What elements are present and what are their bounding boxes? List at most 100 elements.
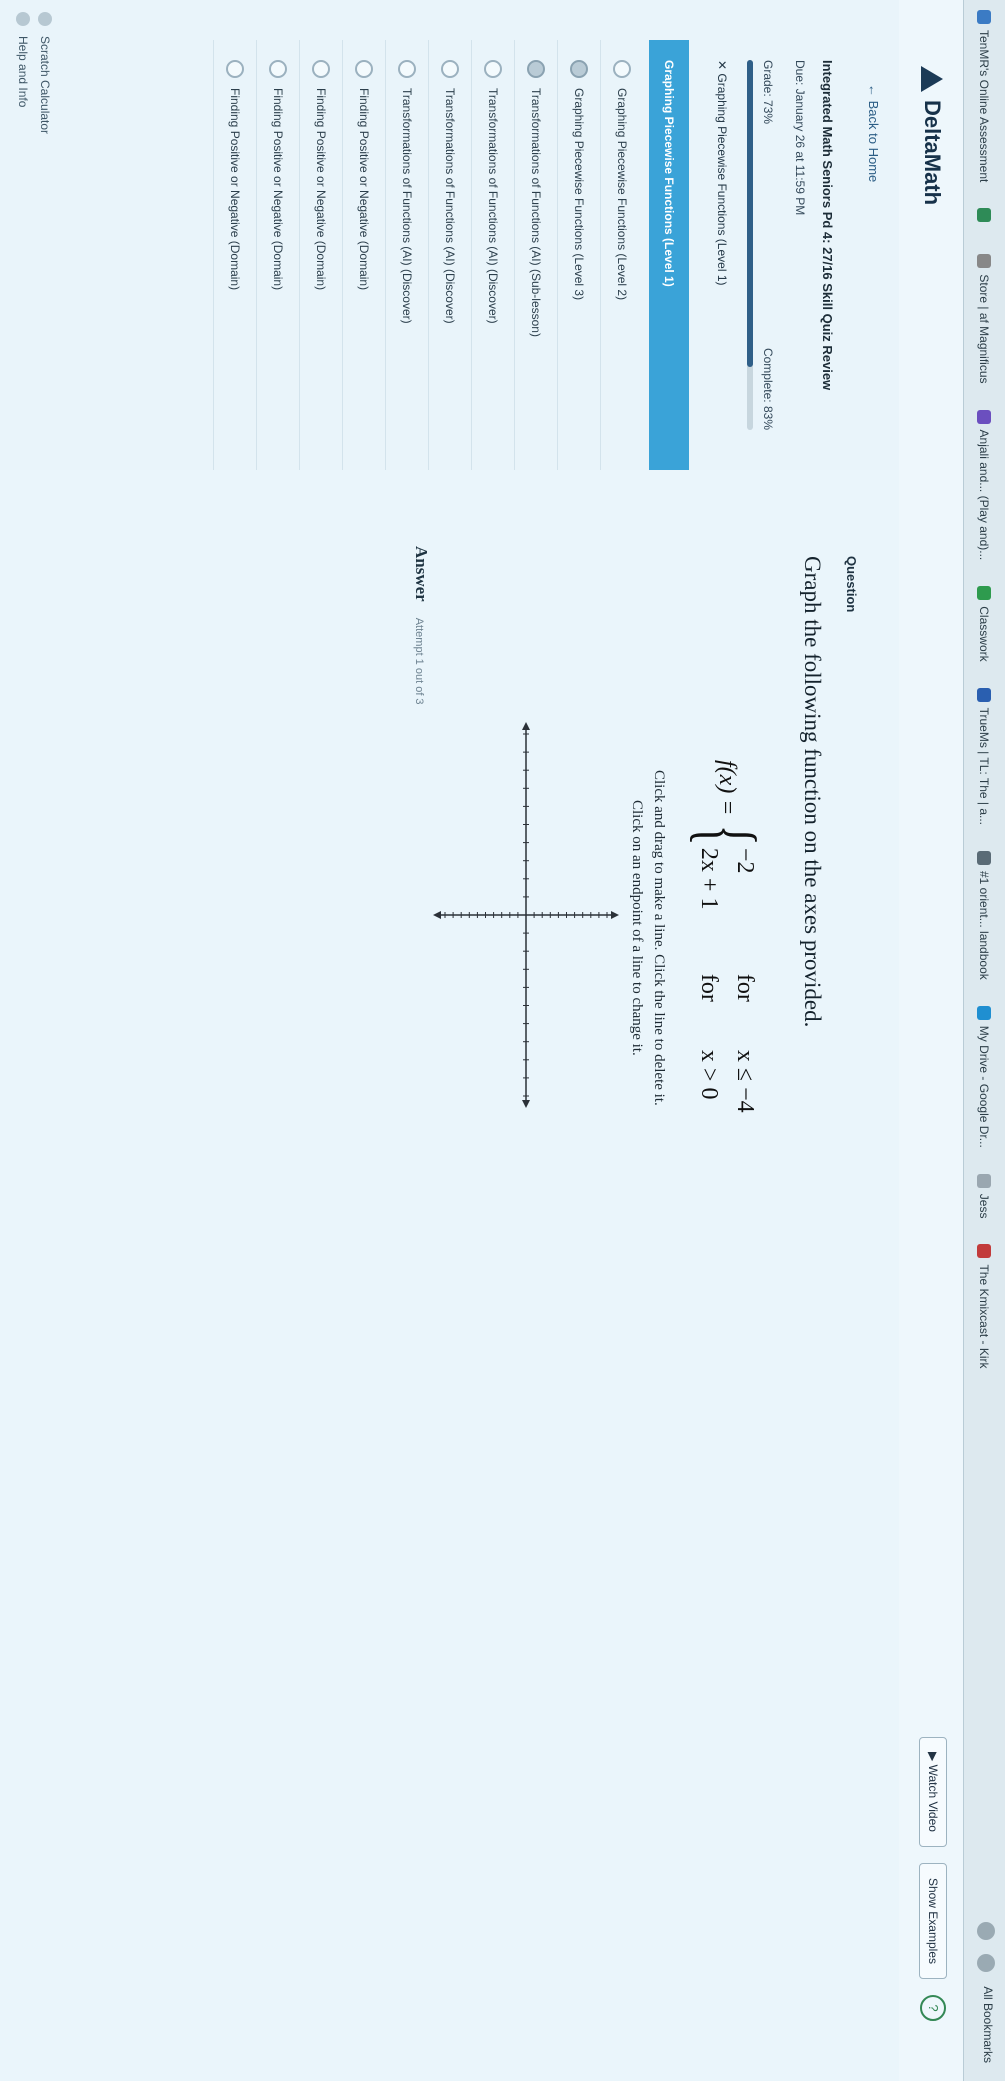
sidebar: ← Back to Home Integrated Math Seniors P… [0, 0, 899, 471]
bookmark-favicon-icon [977, 254, 992, 269]
bookmark-item[interactable]: The Kmixcast - Kirk [977, 1244, 992, 1369]
profile-icon[interactable] [977, 1954, 995, 1973]
empty-circle-icon [441, 60, 459, 78]
skill-label: Finding Positive or Negative (Domain) [271, 88, 285, 291]
bookmark-favicon-icon [977, 1244, 992, 1259]
empty-circle-icon [398, 60, 416, 78]
left-brace: { [683, 824, 771, 846]
sidebar-footer: Scratch Calculator Help and Info [12, 12, 56, 134]
skill-label: Finding Positive or Negative (Domain) [314, 88, 328, 291]
help-icon[interactable]: ? [920, 1995, 946, 2021]
info-icon [16, 12, 30, 26]
all-bookmarks-label[interactable]: All Bookmarks [977, 1986, 995, 2063]
cases: −2 for x ≤ −4 2x + 1 for x > 0 [691, 848, 763, 1113]
bookmark-favicon-icon [977, 10, 992, 24]
x-axis-arrow-right [522, 1100, 530, 1108]
case-for: for [696, 973, 723, 1002]
skill-item[interactable]: Finding Positive or Negative (Domain) [213, 40, 256, 470]
skill-label: Graphing Piecewise Functions (Level 3) [572, 88, 586, 301]
empty-circle-icon [355, 60, 373, 78]
main-panel: Question Graph the following function on… [0, 470, 899, 2081]
case-for: for [732, 973, 759, 1002]
bookmark-favicon-icon [977, 687, 992, 702]
bookmark-label: #1 orient... landbook [977, 871, 992, 980]
delta-logo-icon [921, 66, 943, 92]
logo-text: DeltaMath [920, 100, 945, 206]
scratch-calculator-link[interactable]: Scratch Calculator [34, 12, 56, 134]
skill-item[interactable]: Graphing Piecewise Functions (Level 3) [557, 40, 600, 470]
bookmark-favicon-icon [977, 409, 992, 424]
instruction-drag: Click and drag to make a line. Click the… [651, 770, 667, 1106]
bookmark-favicon-icon [977, 208, 992, 223]
bookmark-label: TrueMs | TL: The | a... [977, 707, 992, 825]
play-icon: ▶ [926, 1752, 940, 1765]
help-info-label: Help and Info [16, 36, 30, 108]
rotated-screen: TenMR's Online Assessment Store | af Magn… [0, 0, 1005, 2081]
completion-text: Complete: 83% [761, 347, 775, 430]
current-topic[interactable]: ✕ Graphing Piecewise Functions (Level 1) [715, 60, 729, 286]
skill-label: Finding Positive or Negative (Domain) [357, 88, 371, 291]
bookmark-item[interactable]: #1 orient... landbook [977, 851, 992, 980]
calculator-icon [38, 12, 52, 26]
deltamath-logo[interactable]: DeltaMath [919, 66, 945, 205]
bookmark-item[interactable]: Anjali and... (Play and)... [977, 409, 992, 561]
completed-circle-icon [570, 60, 588, 78]
skill-item[interactable]: Transformations of Functions (AI) (Disco… [471, 40, 514, 470]
bookmark-item[interactable]: TrueMs | TL: The | a... [977, 687, 992, 825]
function-name: f(x) = [714, 760, 741, 816]
skill-item[interactable]: Finding Positive or Negative (Domain) [256, 40, 299, 470]
question-label: Question [844, 556, 859, 613]
extension-icon[interactable] [977, 1922, 995, 1941]
skill-item[interactable]: Graphing Piecewise Functions (Level 2) [600, 40, 643, 470]
case-expression: 2x + 1 [696, 847, 723, 910]
bookmark-item[interactable]: TenMR's Online Assessment [977, 10, 992, 183]
grade-text: Grade: 73% [761, 60, 775, 125]
completed-circle-icon [527, 60, 545, 78]
close-icon: ✕ [715, 60, 729, 74]
case-row: 2x + 1 for x > 0 [691, 848, 727, 1113]
bookmark-item[interactable]: Jess [977, 1173, 992, 1219]
current-topic-label: Graphing Piecewise Functions (Level 1) [715, 73, 729, 286]
skill-item[interactable]: Transformations of Functions (AI) (Sub-l… [514, 40, 557, 470]
bookmark-label: Jess [977, 1193, 992, 1219]
watch-video-button[interactable]: ▶ Watch Video [919, 1737, 947, 1847]
skill-label: Transformations of Functions (AI) (Disco… [443, 88, 457, 324]
due-date: Due: January 26 at 11:59 PM [793, 60, 807, 216]
piecewise-function: f(x) = { −2 for x ≤ −4 2x + 1 for x > 0 [683, 760, 771, 1113]
completion-progress-bar [747, 60, 753, 430]
skill-item[interactable]: Finding Positive or Negative (Domain) [342, 40, 385, 470]
case-condition: x > 0 [696, 1049, 723, 1100]
app-header: DeltaMath ▶ Watch Video Show Examples ? [898, 0, 963, 2081]
skill-label: Graphing Piecewise Functions (Level 2) [615, 88, 629, 301]
x-axis-arrow-left [522, 722, 530, 730]
skill-label: Transformations of Functions (AI) (Sub-l… [529, 88, 543, 337]
bookmark-item[interactable]: My Drive - Google Dr... [977, 1005, 992, 1148]
back-to-home-link[interactable]: ← Back to Home [866, 84, 881, 182]
skill-label: Finding Positive or Negative (Domain) [228, 88, 242, 291]
skill-item[interactable]: Transformations of Functions (AI) (Disco… [385, 40, 428, 470]
bookmark-item[interactable] [977, 208, 992, 228]
help-info-link[interactable]: Help and Info [12, 12, 34, 134]
answer-label: Answer [412, 546, 431, 602]
bookmark-favicon-icon [977, 1005, 992, 1020]
progress-fill [747, 60, 753, 368]
bookmark-label: The Kmixcast - Kirk [977, 1264, 992, 1369]
assignment-title: Integrated Math Seniors Pd 4: 27/16 Skil… [820, 60, 835, 391]
case-expression: −2 [732, 847, 759, 874]
bookmark-label: TenMR's Online Assessment [977, 30, 992, 183]
answer-row: Answer Attempt 1 out of 3 [411, 546, 431, 705]
instruction-endpoint: Click on an endpoint of a line to change… [629, 800, 645, 1056]
graph-canvas[interactable] [431, 720, 621, 1110]
browser-right-controls: All Bookmarks [977, 1922, 995, 2063]
skill-item[interactable]: Finding Positive or Negative (Domain) [299, 40, 342, 470]
attempt-counter: Attempt 1 out of 3 [413, 617, 425, 705]
bookmark-item[interactable]: Store | af Magnificus [977, 254, 992, 384]
bookmark-label: Anjali and... (Play and)... [977, 429, 992, 561]
empty-circle-icon [484, 60, 502, 78]
current-skill-item[interactable]: Graphing Piecewise Functions (Level 1) [649, 40, 689, 470]
scratch-calculator-label: Scratch Calculator [38, 36, 52, 135]
bookmark-item[interactable]: Classwork [977, 586, 992, 662]
skill-item[interactable]: Transformations of Functions (AI) (Disco… [428, 40, 471, 470]
show-examples-button[interactable]: Show Examples [919, 1862, 947, 1979]
empty-circle-icon [312, 60, 330, 78]
